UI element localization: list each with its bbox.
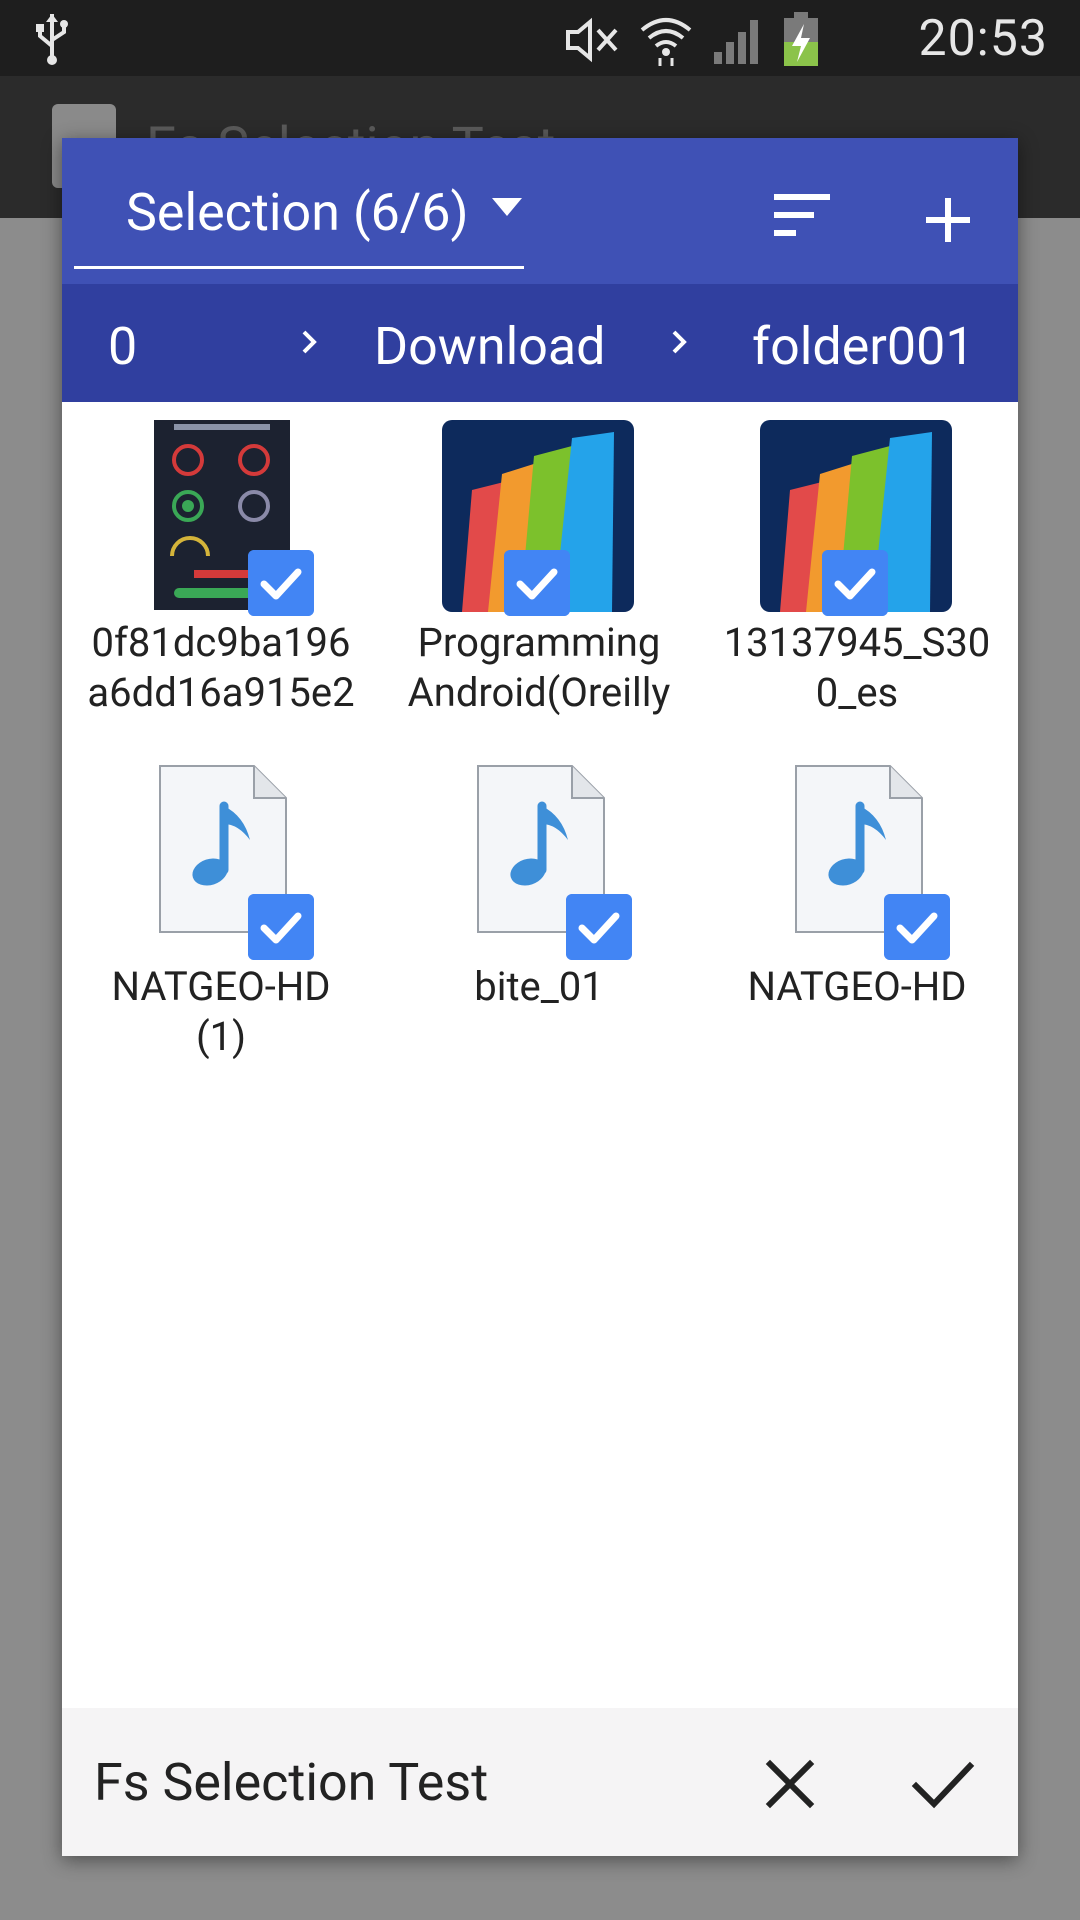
file-item[interactable]: 0f81dc9ba196 a6dd16a915e2 [62,402,380,732]
close-icon[interactable] [758,1752,822,1816]
dialog-title: Fs Selection Test [94,1752,489,1813]
dialog-footer: Fs Selection Test [62,1708,1018,1856]
chevron-right-icon [302,330,317,354]
file-name: 0f81dc9ba196 a6dd16a915e2 [87,619,355,716]
mute-icon [566,17,618,63]
breadcrumb-item-download[interactable]: Download [374,316,606,377]
sort-icon[interactable] [762,180,842,260]
status-clock: 20:53 [918,10,1048,68]
file-name: 13137945_S30 0_es [723,619,991,716]
selection-count-label: Selection (6/6) [126,182,469,243]
file-item[interactable]: 13137945_S30 0_es [698,402,1016,732]
breadcrumb: 0 Download folder001 [62,284,1018,402]
file-name: Programming Android(Oreilly [407,619,671,716]
file-item[interactable]: NATGEO-HD (1) [62,746,380,1076]
wifi-icon [640,18,692,66]
checkbox-checked-icon[interactable] [248,550,314,616]
breadcrumb-item-root[interactable]: 0 [108,316,137,377]
checkbox-checked-icon[interactable] [248,894,314,960]
dropdown-caret-icon [492,198,522,216]
usb-icon [36,14,68,65]
chevron-right-icon [672,330,687,354]
status-bar: 20:53 [0,0,1080,76]
check-icon[interactable] [908,1752,978,1816]
checkbox-checked-icon[interactable] [822,550,888,616]
add-icon[interactable] [908,180,988,260]
battery-charging-icon [784,12,818,66]
file-item[interactable]: Programming Android(Oreilly [380,402,698,732]
file-item[interactable]: NATGEO-HD [698,746,1016,1076]
file-name: NATGEO-HD (1) [111,963,331,1060]
file-item[interactable]: bite_01 [380,746,698,1076]
signal-icon [714,20,758,64]
dialog-header: Selection (6/6) [62,138,1018,284]
breadcrumb-item-folder001[interactable]: folder001 [752,316,975,377]
checkbox-checked-icon[interactable] [566,894,632,960]
file-selection-dialog: Selection (6/6) 0 Download folder001 0f8… [62,138,1018,1856]
file-name: NATGEO-HD [747,963,967,1010]
file-name: bite_01 [474,963,604,1010]
checkbox-checked-icon[interactable] [504,550,570,616]
checkbox-checked-icon[interactable] [884,894,950,960]
selection-dropdown[interactable]: Selection (6/6) [74,138,524,269]
